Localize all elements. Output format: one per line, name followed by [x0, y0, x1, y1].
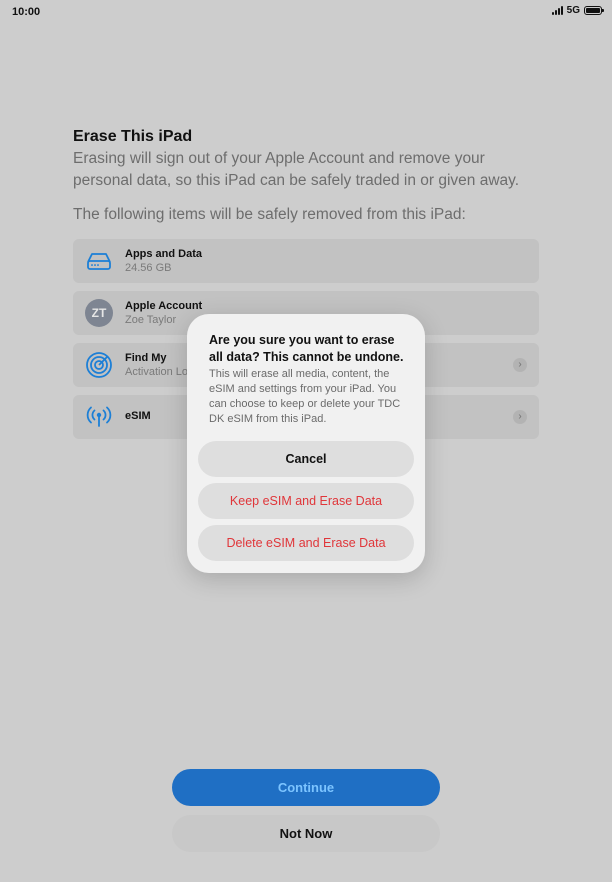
keep-esim-erase-button[interactable]: Keep eSIM and Erase Data: [198, 483, 414, 519]
item-label: eSIM: [125, 410, 151, 422]
item-apps-and-data: Apps and Data 24.56 GB: [73, 239, 539, 283]
avatar: ZT: [85, 299, 113, 327]
status-indicators: 5G: [551, 5, 604, 16]
find-my-icon: [85, 351, 113, 379]
item-sublabel: Activation Lo: [125, 366, 188, 378]
page-title: Erase This iPad: [73, 128, 193, 145]
erase-content: Erase This iPad Erasing will sign out of…: [73, 128, 539, 238]
alert-message: This will erase all media, content, the …: [209, 368, 401, 425]
not-now-button[interactable]: Not Now: [172, 815, 440, 852]
page-description: Erasing will sign out of your Apple Acco…: [73, 150, 520, 189]
item-sublabel: 24.56 GB: [125, 262, 172, 274]
signal-icon: [551, 6, 563, 15]
item-sublabel: Zoe Taylor: [125, 314, 177, 326]
avatar-container: ZT: [85, 299, 113, 327]
storage-icon: [85, 247, 113, 275]
delete-esim-erase-button[interactable]: Delete eSIM and Erase Data: [198, 525, 414, 561]
items-subheading: The following items will be safely remov…: [73, 206, 466, 223]
chevron-right-icon: ›: [513, 410, 527, 424]
item-label: Apple Account: [125, 300, 203, 312]
chevron-right-icon: ›: [513, 358, 527, 372]
status-bar: 10:00 5G: [0, 0, 612, 24]
battery-icon: [584, 6, 604, 15]
cancel-button[interactable]: Cancel: [198, 441, 414, 477]
esim-antenna-icon: [85, 403, 113, 431]
item-label: Apps and Data: [125, 248, 203, 260]
status-time: 10:00: [12, 6, 41, 18]
network-type: 5G: [566, 5, 580, 16]
item-label: Find My: [125, 352, 167, 364]
continue-button[interactable]: Continue: [172, 769, 440, 806]
erase-confirmation-alert: Are you sure you want to erase all data?…: [187, 314, 425, 573]
alert-title: Are you sure you want to erase all data?…: [209, 333, 404, 364]
